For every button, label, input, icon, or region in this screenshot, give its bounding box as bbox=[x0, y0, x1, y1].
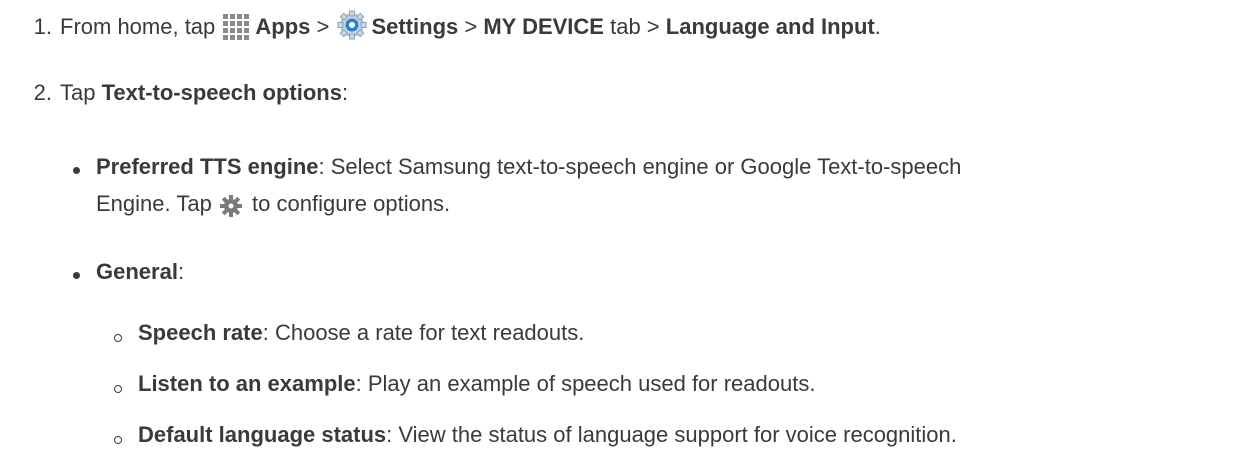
step-text: Tap bbox=[60, 80, 102, 105]
bullet-title: General bbox=[96, 259, 178, 284]
colon: : bbox=[341, 80, 349, 105]
sub-bullet-marker bbox=[114, 436, 122, 444]
bullet-description: to configure options. bbox=[245, 191, 451, 216]
sub-bullet-title: Listen to an example bbox=[138, 371, 356, 396]
sub-bullet-listen-example: Listen to an example: Play an example of… bbox=[138, 369, 815, 399]
sub-bullet-default-language: Default language status: View the status… bbox=[138, 420, 957, 450]
my-device-label: MY DEVICE bbox=[483, 14, 604, 39]
sub-bullet-description: : Choose a rate for text readouts. bbox=[262, 320, 585, 345]
bullet-title: Preferred TTS engine bbox=[96, 154, 319, 179]
period: . bbox=[874, 14, 881, 39]
sub-bullet-description: : View the status of language support fo… bbox=[386, 422, 957, 447]
settings-gear-icon bbox=[337, 10, 367, 48]
separator: > bbox=[458, 14, 484, 39]
step-number: 2. bbox=[33, 80, 52, 105]
sub-bullet-speech-rate: Speech rate: Choose a rate for text read… bbox=[138, 318, 584, 348]
bullet-description: : Select Samsung text-to-speech engine o… bbox=[318, 154, 962, 179]
sub-bullet-description: : Play an example of speech used for rea… bbox=[355, 371, 816, 396]
instructions-page: 1. From home, tap Apps > Settings > MY D… bbox=[0, 0, 1234, 458]
settings-label: Settings bbox=[371, 14, 459, 39]
sub-bullet-marker bbox=[114, 334, 122, 342]
cog-icon bbox=[219, 195, 242, 225]
apps-grid-icon bbox=[223, 14, 251, 48]
step-2: 2. Tap Text-to-speech options: bbox=[0, 78, 348, 108]
sub-bullet-title: Speech rate bbox=[138, 320, 263, 345]
step-text: tab > bbox=[603, 14, 666, 39]
bullet-general: General: bbox=[96, 257, 184, 287]
bullet-preferred-tts-line2: Engine. Tap to configure options. bbox=[96, 189, 450, 225]
bullet-marker bbox=[73, 272, 80, 279]
bullet-description: Engine. Tap bbox=[96, 191, 218, 216]
sub-bullet-title: Default language status bbox=[138, 422, 387, 447]
separator: > bbox=[310, 14, 336, 39]
step-1: 1. From home, tap Apps > Settings > MY D… bbox=[0, 10, 881, 48]
bullet-preferred-tts-line1: Preferred TTS engine: Select Samsung tex… bbox=[96, 152, 961, 182]
step-number: 1. bbox=[33, 14, 52, 39]
apps-label: Apps bbox=[255, 14, 311, 39]
colon: : bbox=[177, 259, 185, 284]
tts-options-label: Text-to-speech options bbox=[101, 80, 342, 105]
step-text: From home, tap bbox=[60, 14, 216, 39]
bullet-marker bbox=[73, 167, 80, 174]
language-input-label: Language and Input bbox=[665, 14, 875, 39]
sub-bullet-marker bbox=[114, 385, 122, 393]
